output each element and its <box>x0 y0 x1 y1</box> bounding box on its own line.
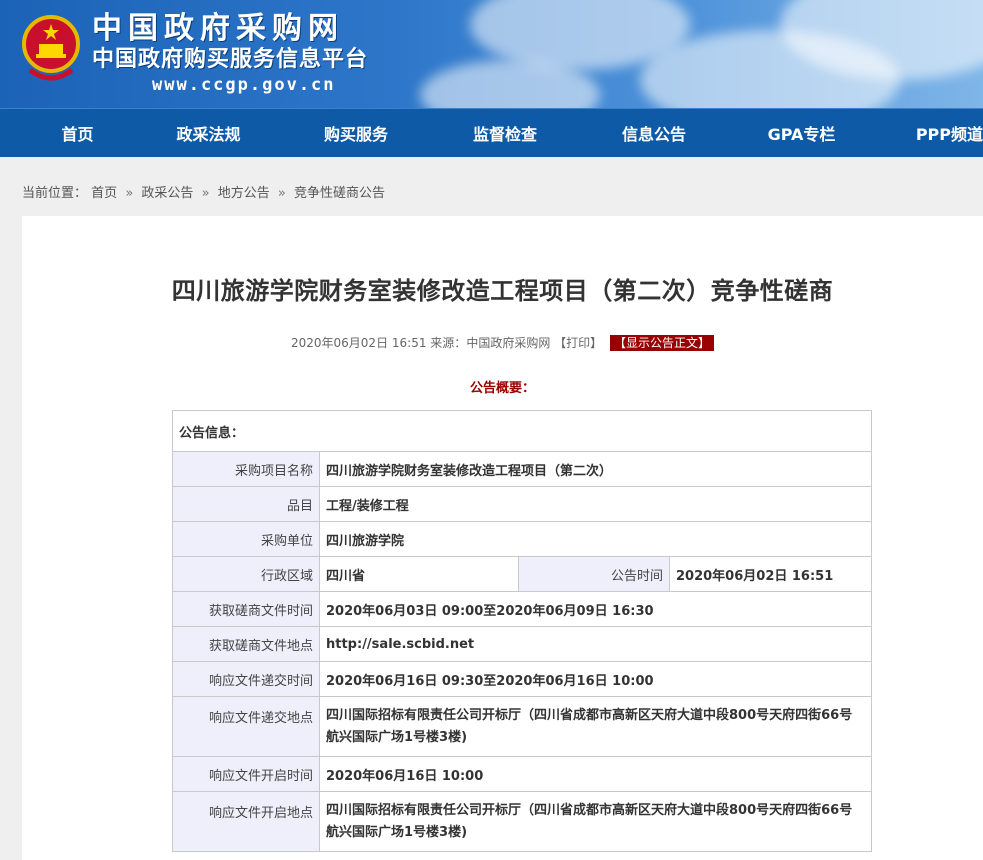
get-doc-time-value: 2020年06月03日 09:00至2020年06月09日 16:30 <box>319 591 872 627</box>
get-doc-time-label: 获取磋商文件时间 <box>172 591 320 627</box>
nav-item-services[interactable]: 购买服务 <box>262 121 450 145</box>
site-header-banner: 中国政府采购网 中国政府购买服务信息平台 www.ccgp.gov.cn <box>0 0 983 108</box>
category-label: 品目 <box>172 486 320 522</box>
site-logo[interactable]: 中国政府采购网 中国政府购买服务信息平台 www.ccgp.gov.cn <box>92 12 368 96</box>
article-panel: 四川旅游学院财务室装修改造工程项目（第二次）竞争性磋商 2020年06月02日 … <box>22 216 983 860</box>
category-value: 工程/装修工程 <box>319 486 872 522</box>
nav-item-ppp[interactable]: PPP频道 <box>855 121 983 145</box>
get-doc-place-label: 获取磋商文件地点 <box>172 626 320 662</box>
buyer-value: 四川旅游学院 <box>319 521 872 557</box>
breadcrumb-current[interactable]: 竞争性磋商公告 <box>294 186 385 201</box>
nav-item-gpa[interactable]: GPA专栏 <box>748 121 855 145</box>
site-subtitle: 中国政府购买服务信息平台 <box>92 47 369 72</box>
submit-time-label: 响应文件递交时间 <box>172 661 320 697</box>
breadcrumb-notices[interactable]: 政采公告 <box>141 186 193 201</box>
breadcrumb-local[interactable]: 地方公告 <box>218 186 270 201</box>
show-body-button[interactable]: 【显示公告正文】 <box>610 335 715 351</box>
open-time-label: 响应文件开启时间 <box>172 756 320 792</box>
article-source-label: 来源： <box>430 336 467 350</box>
site-title: 中国政府采购网 <box>92 11 344 46</box>
table-row: 响应文件开启地点 四川国际招标有限责任公司开标厅（四川省成都市高新区天府大道中段… <box>172 791 872 852</box>
table-row: 行政区域 四川省 公告时间 2020年06月02日 16:51 <box>172 556 872 592</box>
nav-item-home[interactable]: 首页 <box>0 121 155 145</box>
article-date: 2020年06月02日 16:51 <box>290 336 427 350</box>
table-row: 响应文件开启时间 2020年06月16日 10:00 <box>172 756 872 792</box>
summary-heading: 公告概要： <box>469 381 535 396</box>
get-doc-place-link[interactable]: http://sale.scbid.net <box>319 626 872 662</box>
print-button[interactable]: 【打印】 <box>554 336 602 350</box>
open-time-value: 2020年06月16日 10:00 <box>319 756 872 792</box>
table-row: 品目 工程/装修工程 <box>172 486 872 522</box>
table-row: 采购项目名称 四川旅游学院财务室装修改造工程项目（第二次） <box>172 451 872 487</box>
table-row: 响应文件递交地点 四川国际招标有限责任公司开标厅（四川省成都市高新区天府大道中段… <box>172 696 872 757</box>
main-nav: 首页 政采法规 购买服务 监督检查 信息公告 GPA专栏 PPP频道 <box>0 108 983 157</box>
table-row: 采购单位 四川旅游学院 <box>172 521 872 557</box>
open-place-value: 四川国际招标有限责任公司开标厅（四川省成都市高新区天府大道中段800号天府四街6… <box>319 791 872 852</box>
info-header: 公告信息： <box>172 410 872 452</box>
submit-time-value: 2020年06月16日 09:30至2020年06月16日 10:00 <box>319 661 872 697</box>
region-value: 四川省 <box>319 556 519 592</box>
article-title: 四川旅游学院财务室装修改造工程项目（第二次）竞争性磋商 <box>171 277 834 305</box>
article-source: 中国政府采购网 <box>466 336 551 350</box>
table-row: 获取磋商文件地点 http://sale.scbid.net <box>172 626 872 662</box>
national-emblem-icon <box>22 15 80 81</box>
project-name-value: 四川旅游学院财务室装修改造工程项目（第二次） <box>319 451 872 487</box>
breadcrumb-separator: » <box>125 186 134 201</box>
notice-time-label: 公告时间 <box>518 556 670 592</box>
buyer-label: 采购单位 <box>172 521 320 557</box>
open-place-label: 响应文件开启地点 <box>172 791 320 852</box>
article-meta: 2020年06月02日 16:51 来源：中国政府采购网 【打印】 【显示公告正… <box>22 334 983 351</box>
submit-place-value: 四川国际招标有限责任公司开标厅（四川省成都市高新区天府大道中段800号天府四街6… <box>319 696 872 757</box>
submit-place-label: 响应文件递交地点 <box>172 696 320 757</box>
region-label: 行政区域 <box>172 556 320 592</box>
notice-time-value: 2020年06月02日 16:51 <box>669 556 872 592</box>
breadcrumb-home[interactable]: 首页 <box>91 186 117 201</box>
notice-info-table: 公告信息： 采购项目名称 四川旅游学院财务室装修改造工程项目（第二次） 品目 工… <box>172 410 872 852</box>
project-name-label: 采购项目名称 <box>172 451 320 487</box>
site-url: www.ccgp.gov.cn <box>152 75 336 95</box>
nav-item-notices[interactable]: 信息公告 <box>560 121 748 145</box>
breadcrumb-prefix: 当前位置： <box>22 186 88 201</box>
table-row: 公告信息： <box>172 410 872 452</box>
nav-item-supervision[interactable]: 监督检查 <box>450 121 560 145</box>
table-row: 获取磋商文件时间 2020年06月03日 09:00至2020年06月09日 1… <box>172 591 872 627</box>
table-row: 响应文件递交时间 2020年06月16日 09:30至2020年06月16日 1… <box>172 661 872 697</box>
breadcrumb-separator: » <box>201 186 210 201</box>
nav-item-regulations[interactable]: 政采法规 <box>155 121 262 145</box>
breadcrumb-separator: » <box>277 186 286 201</box>
